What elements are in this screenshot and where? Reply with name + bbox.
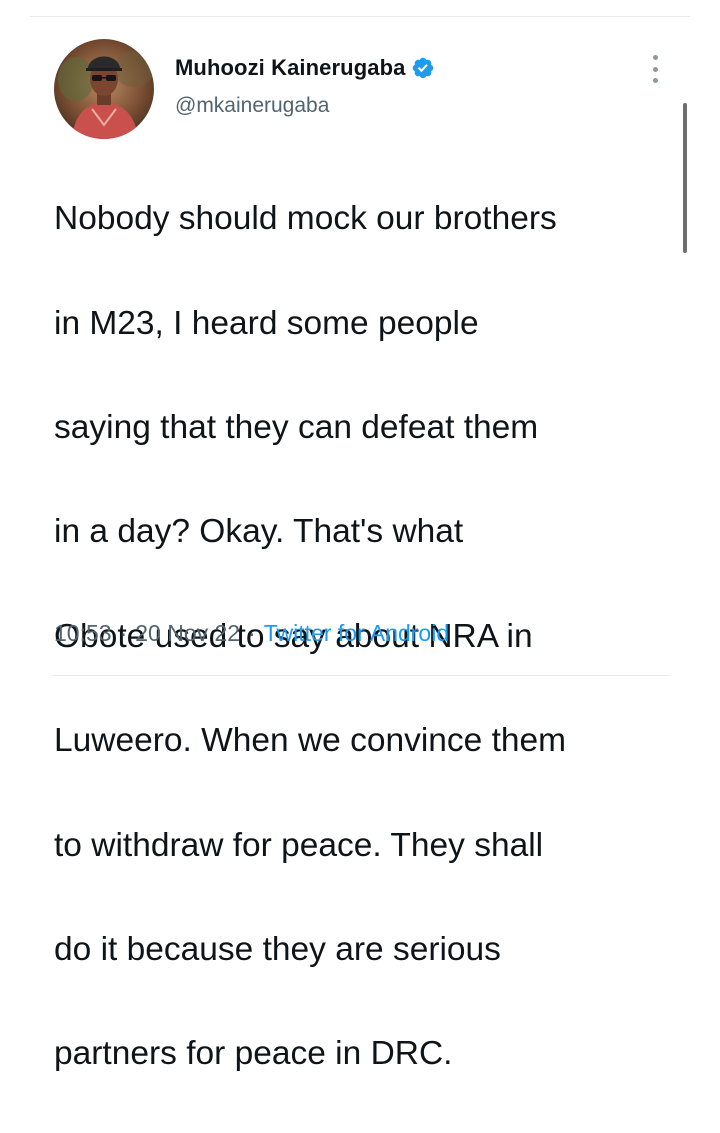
tweet-line: Luweero. When we convince them (54, 722, 567, 760)
tweet-date[interactable]: 20 Nov 22 (135, 620, 240, 647)
avatar-image (54, 39, 154, 139)
tweet-source-link[interactable]: Twitter for Android (264, 620, 449, 647)
more-dot (652, 55, 658, 60)
handle[interactable]: @mkainerugaba (175, 94, 435, 118)
tweet-line: in M23, I heard some people (54, 304, 479, 342)
verified-badge-icon (411, 56, 435, 80)
tweet-line: do it because they are serious (54, 931, 501, 969)
tweet-meta: 10:53 · 20 Nov 22 · Twitter for Android (54, 620, 449, 647)
bottom-divider (53, 675, 669, 676)
tweet-line: to withdraw for peace. They shall (54, 826, 544, 864)
meta-separator: · (119, 620, 128, 646)
tweet-line: Nobody should mock our brothers (54, 200, 557, 238)
avatar[interactable] (54, 39, 154, 139)
name-row: Muhoozi Kainerugaba (175, 52, 435, 84)
meta-separator: · (248, 620, 256, 646)
author-block[interactable]: Muhoozi Kainerugaba @mkainerugaba (175, 52, 435, 118)
top-divider (30, 16, 690, 17)
scrollbar[interactable] (683, 103, 687, 253)
tweet-line: partners for peace in DRC. (54, 1035, 453, 1073)
more-dot (652, 66, 658, 72)
more-vertical-icon[interactable] (644, 55, 666, 83)
display-name[interactable]: Muhoozi Kainerugaba (175, 55, 405, 81)
tweet-line: in a day? Okay. That's what (54, 513, 464, 551)
tweet-time[interactable]: 10:53 (54, 620, 112, 647)
more-dot (652, 78, 658, 83)
tweet-line: saying that they can defeat them (54, 409, 539, 447)
